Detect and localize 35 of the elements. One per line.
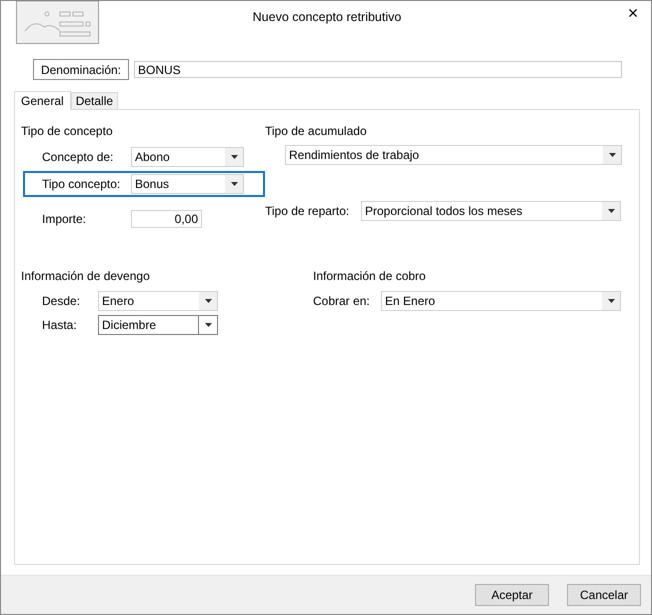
- dropdown[interactable]: Abono: [131, 147, 244, 167]
- dropdown[interactable]: Rendimientos de trabajo: [285, 145, 622, 165]
- dropdown[interactable]: Bonus: [131, 174, 244, 194]
- caret-icon: [230, 182, 238, 186]
- close-button[interactable]: ×: [625, 3, 641, 23]
- denominacion-button[interactable]: Denominación:: [33, 59, 129, 80]
- section-heading: Información de cobro: [313, 269, 427, 284]
- field-label: Hasta:: [41, 318, 78, 332]
- caret-icon: [608, 299, 614, 303]
- dialog-button[interactable]: Aceptar: [475, 584, 549, 606]
- image-placeholder-icon: [16, 1, 99, 44]
- caret-icon: [230, 155, 238, 159]
- field-label: Concepto de:: [41, 150, 114, 164]
- field-label: Cobrar en:: [313, 294, 371, 308]
- caret-icon: [608, 209, 614, 213]
- section-heading: Información de devengo: [21, 269, 151, 284]
- denominacion-field[interactable]: BONUS: [134, 61, 622, 78]
- dropdown[interactable]: En Enero: [381, 291, 621, 311]
- window-title: Nuevo concepto retributivo: [252, 10, 402, 24]
- caret-icon: [608, 153, 616, 157]
- field-label: Tipo de reparto:: [265, 204, 350, 218]
- dropdown[interactable]: Diciembre: [98, 315, 218, 335]
- tab[interactable]: Detalle: [70, 92, 118, 109]
- dropdown[interactable]: Proporcional todos los meses: [361, 201, 621, 221]
- amount-field[interactable]: 0,00: [131, 210, 202, 228]
- field-label: Importe:: [41, 212, 88, 226]
- section-heading: Tipo de acumulado: [265, 124, 368, 139]
- section-heading: Tipo de concepto: [21, 124, 114, 139]
- caret-icon: [204, 323, 212, 327]
- field-label: Tipo concepto:: [41, 177, 122, 191]
- dialog-button[interactable]: Cancelar: [567, 584, 641, 606]
- dropdown[interactable]: Enero: [98, 291, 218, 311]
- caret-icon: [204, 299, 212, 303]
- field-label: Desde:: [41, 294, 82, 308]
- tab[interactable]: General: [14, 91, 71, 110]
